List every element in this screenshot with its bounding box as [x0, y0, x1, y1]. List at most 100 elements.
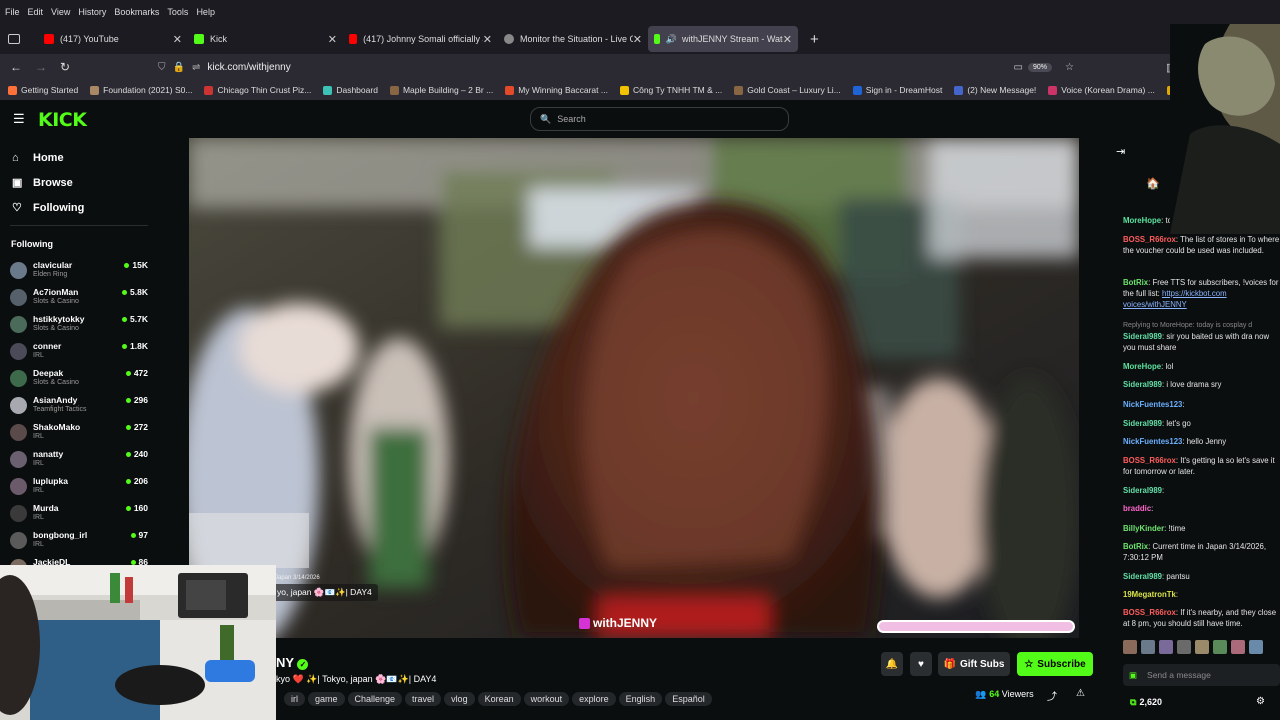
search-input[interactable]: 🔍 Search: [530, 107, 789, 131]
back-icon[interactable]: ←: [10, 60, 22, 74]
following-channel[interactable]: Murda IRL 160: [10, 502, 148, 529]
chat-username[interactable]: BOSS_R66rox: [1123, 608, 1176, 617]
bookmark-item[interactable]: Chicago Thin Crust Piz...: [204, 85, 311, 95]
kick-logo[interactable]: KICK: [38, 109, 87, 131]
sidebar-item-home[interactable]: ⌂ Home: [0, 145, 157, 170]
browser-tab-active[interactable]: 🔊 withJENNY Stream - Watch ✕: [648, 26, 798, 52]
following-channel[interactable]: AsianAndy Teamfight Tactics 296: [10, 394, 148, 421]
channel-points[interactable]: ⧉ 2,620: [1130, 697, 1162, 708]
notification-bell-button[interactable]: 🔔: [881, 652, 903, 676]
close-tab-icon[interactable]: ✕: [782, 32, 792, 46]
bookmark-item[interactable]: Foundation (2021) S0...: [90, 85, 192, 95]
channel-name[interactable]: NY ✓: [276, 655, 309, 670]
sidebar-item-browse[interactable]: ▣ Browse: [0, 170, 157, 195]
report-icon[interactable]: ⚠: [1076, 688, 1085, 699]
stream-tag[interactable]: explore: [572, 692, 616, 706]
browser-tab[interactable]: (417) YouTube ✕: [38, 26, 188, 52]
tab-overview-icon[interactable]: [8, 34, 20, 44]
chat-input[interactable]: ▣ Send a message: [1123, 664, 1280, 686]
emote-icon[interactable]: [1159, 640, 1173, 654]
chat-username[interactable]: NickFuentes123: [1123, 437, 1182, 446]
shield-icon[interactable]: ⛉: [158, 62, 166, 73]
menu-item[interactable]: Edit: [28, 7, 44, 17]
stream-tag[interactable]: irl: [284, 692, 305, 706]
bookmark-item[interactable]: Maple Building – 2 Br ...: [389, 85, 493, 95]
chat-username[interactable]: braddic: [1123, 504, 1151, 513]
url-bar[interactable]: ⛉ 🔒 ⇌ kick.com/withjenny ▭ 90% ☆: [158, 57, 1088, 77]
chat-settings-icon[interactable]: ⚙: [1256, 696, 1265, 707]
zoom-badge[interactable]: 90%: [1027, 62, 1052, 72]
browser-tab[interactable]: Monitor the Situation - Live Gl ✕: [498, 26, 648, 52]
chat-username[interactable]: Sideral989: [1123, 486, 1162, 495]
emote-icon[interactable]: [1195, 640, 1209, 654]
menu-item[interactable]: File: [5, 7, 20, 17]
emote-icon[interactable]: [1177, 640, 1191, 654]
speaker-icon[interactable]: 🔊: [666, 34, 677, 45]
bookmark-item[interactable]: Sign in - DreamHost: [852, 85, 942, 95]
emote-icon[interactable]: [1123, 640, 1137, 654]
bookmark-item[interactable]: My Winning Baccarat ...: [505, 85, 608, 95]
chat-username[interactable]: MoreHope: [1123, 216, 1161, 225]
menu-item[interactable]: History: [78, 7, 106, 17]
share-icon[interactable]: ⤴: [1047, 688, 1057, 703]
bookmark-item[interactable]: Voice (Korean Drama) ...: [1048, 85, 1155, 95]
bookmark-item[interactable]: Gold Coast – Luxury Li...: [734, 85, 841, 95]
collapse-chat-icon[interactable]: ⇥: [1116, 145, 1125, 158]
bookmark-item[interactable]: Getting Started: [8, 85, 78, 95]
following-channel[interactable]: conner IRL 1.8K: [10, 340, 148, 367]
chat-username[interactable]: BillyKinder: [1123, 524, 1164, 533]
emote-icon[interactable]: [1213, 640, 1227, 654]
stream-tag[interactable]: workout: [523, 692, 570, 706]
chat-username[interactable]: BotRix: [1123, 278, 1148, 287]
stream-tag[interactable]: travel: [405, 692, 442, 706]
bookmark-item[interactable]: Công Ty TNHH TM & ...: [619, 85, 722, 95]
close-tab-icon[interactable]: ✕: [632, 32, 642, 46]
lock-icon[interactable]: 🔒: [173, 62, 185, 73]
menu-item[interactable]: View: [51, 7, 70, 17]
emote-icon[interactable]: [1249, 640, 1263, 654]
stream-tag[interactable]: game: [308, 692, 345, 706]
follow-heart-button[interactable]: ♥: [910, 652, 932, 676]
close-tab-icon[interactable]: ✕: [328, 33, 337, 46]
browser-tab[interactable]: Kick ✕: [188, 26, 343, 52]
browser-tab[interactable]: (417) Johnny Somali officially Ja ✕: [343, 26, 498, 52]
menu-item[interactable]: Tools: [167, 7, 188, 17]
bookmark-item[interactable]: (2) New Message!: [954, 85, 1036, 95]
close-tab-icon[interactable]: ✕: [173, 33, 182, 46]
chat-username[interactable]: BOSS_R66rox: [1123, 235, 1176, 244]
stream-tag[interactable]: vlog: [444, 692, 475, 706]
chat-username[interactable]: BotRix: [1123, 542, 1148, 551]
chat-username[interactable]: 19MegatronTk: [1123, 590, 1176, 599]
chat-username[interactable]: Sideral989: [1123, 332, 1162, 341]
subscribe-button[interactable]: ☆ Subscribe: [1017, 652, 1093, 676]
following-channel[interactable]: bongbong_irl IRL 97: [10, 529, 148, 556]
following-channel[interactable]: nanatty IRL 240: [10, 448, 148, 475]
reader-view-icon[interactable]: ▭: [1014, 62, 1023, 73]
stream-tag[interactable]: English: [618, 692, 663, 706]
close-tab-icon[interactable]: ✕: [482, 32, 492, 46]
chat-username[interactable]: Sideral989: [1123, 572, 1162, 581]
stream-tag[interactable]: Korean: [477, 692, 521, 706]
menu-item[interactable]: Bookmarks: [114, 7, 159, 17]
following-channel[interactable]: Deepak Slots & Casino 472: [10, 367, 148, 394]
forward-icon[interactable]: →: [35, 60, 47, 74]
reload-icon[interactable]: ↻: [60, 60, 70, 74]
chat-username[interactable]: BOSS_R66rox: [1123, 456, 1176, 465]
chat-username[interactable]: Sideral989: [1123, 419, 1162, 428]
following-channel[interactable]: Ac7ionMan Slots & Casino 5.8K: [10, 286, 148, 313]
chat-username[interactable]: NickFuentes123: [1123, 400, 1182, 409]
stream-tag[interactable]: Challenge: [347, 692, 403, 706]
gift-subs-button[interactable]: 🎁 Gift Subs: [938, 652, 1010, 676]
following-channel[interactable]: luplupka IRL 206: [10, 475, 148, 502]
stream-tag[interactable]: Español: [665, 692, 712, 706]
following-channel[interactable]: hstikkytokky Slots & Casino 5.7K: [10, 313, 148, 340]
emote-icon[interactable]: [1231, 640, 1245, 654]
chat-username[interactable]: MoreHope: [1123, 362, 1161, 371]
sidebar-item-following[interactable]: ♡ Following: [0, 195, 157, 220]
emote-icon[interactable]: [1141, 640, 1155, 654]
page-info-icon[interactable]: ⇌: [192, 62, 200, 73]
new-tab-icon[interactable]: +: [810, 31, 819, 48]
hamburger-menu-icon[interactable]: ☰: [13, 111, 25, 127]
video-player[interactable]: Japan 3/14/2026 yo, japan 🌸📧✨| DAY4 with…: [189, 138, 1079, 638]
menu-item[interactable]: Help: [196, 7, 215, 17]
